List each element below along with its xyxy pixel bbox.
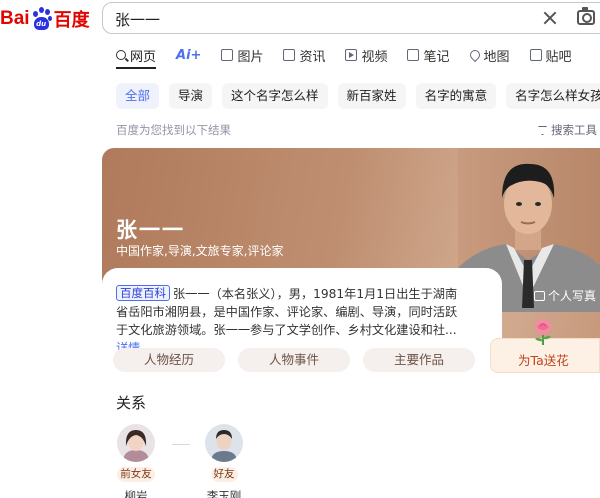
chip-girl-name[interactable]: 名字怎么样女孩: [506, 83, 600, 109]
search-tools[interactable]: 搜索工具: [538, 122, 597, 138]
tab-ai[interactable]: Ai+: [176, 44, 201, 66]
tab-notes[interactable]: 笔记: [407, 44, 450, 66]
person-tags: 中国作家,导演,文旅专家,评论家: [116, 244, 284, 258]
personal-photo-label: 个人写真: [548, 289, 597, 303]
image-icon: [221, 49, 234, 61]
tab-news[interactable]: 资讯: [283, 44, 325, 66]
result-info: 百度为您找到以下结果: [116, 123, 231, 137]
relation-item[interactable]: 前女友 柳岩: [112, 424, 160, 498]
filter-icon: [538, 126, 547, 135]
paw-icon: du: [31, 7, 53, 31]
chip-all[interactable]: 全部: [116, 83, 160, 109]
chip-new-surnames[interactable]: 新百家姓: [337, 83, 406, 109]
chip-director[interactable]: 导演: [169, 83, 213, 109]
tab-label: 贴吧: [545, 49, 572, 65]
section-pills: 人物经历 人物事件 主要作品: [113, 348, 488, 372]
person-name: 张一一: [116, 218, 185, 242]
search-input[interactable]: [115, 9, 515, 29]
tab-label: 视频: [361, 49, 388, 65]
photo-icon: [534, 291, 545, 301]
avatar: [205, 424, 243, 462]
news-icon: [283, 49, 296, 61]
tab-label: 图片: [237, 49, 264, 65]
search-tabs: 网页 Ai+ 图片 资讯 视频 笔记 地图 贴吧: [116, 44, 592, 66]
relations-title: 关系: [116, 394, 147, 412]
tab-video[interactable]: 视频: [345, 44, 387, 66]
search-box[interactable]: [102, 2, 600, 34]
baidu-logo[interactable]: Bai du 百度: [0, 4, 90, 34]
related-chips: 全部 导演 这个名字怎么样 新百家姓 名字的寓意 名字怎么样女孩: [116, 83, 600, 109]
personal-photo-link[interactable]: 个人写真: [534, 287, 596, 304]
relation-tag: 好友: [210, 467, 238, 482]
clear-icon[interactable]: [541, 9, 559, 27]
video-icon: [345, 49, 358, 61]
logo-chinese: 百度: [53, 10, 90, 31]
send-flower-label: 为Ta送花: [518, 353, 569, 368]
relation-divider: [172, 444, 190, 445]
tab-images[interactable]: 图片: [221, 44, 263, 66]
map-icon: [467, 47, 482, 63]
baike-summary: 百度百科 张一一（本名张义），男，1981年1月1日出生于湖南省岳阳市湘阴县，是中…: [116, 285, 466, 357]
avatar: [117, 424, 155, 462]
relation-name: 柳岩: [124, 489, 148, 498]
rose-icon: [535, 319, 551, 345]
tab-label: Ai+: [176, 47, 202, 63]
chip-name-quality[interactable]: 这个名字怎么样: [222, 83, 328, 109]
note-icon: [407, 49, 420, 61]
logo-latin: Bai: [0, 8, 30, 29]
tieba-icon: [529, 49, 542, 61]
relation-item[interactable]: 好友 李玉刚: [200, 424, 248, 498]
chip-name-meaning[interactable]: 名字的寓意: [415, 83, 497, 109]
tab-label: 网页: [130, 49, 157, 65]
active-tab-underline: [116, 67, 156, 69]
tab-web[interactable]: 网页: [116, 44, 156, 66]
tab-map[interactable]: 地图: [467, 44, 510, 66]
camera-icon[interactable]: [577, 7, 595, 25]
baike-badge[interactable]: 百度百科: [116, 285, 170, 301]
pill-events[interactable]: 人物事件: [238, 348, 350, 372]
tab-tieba[interactable]: 贴吧: [529, 44, 572, 66]
pill-works[interactable]: 主要作品: [363, 348, 475, 372]
tab-label: 笔记: [423, 49, 450, 65]
relation-name: 李玉刚: [206, 489, 242, 498]
tab-label: 地图: [483, 49, 510, 65]
tab-label: 资讯: [299, 49, 326, 65]
pill-experience[interactable]: 人物经历: [113, 348, 225, 372]
relation-tag: 前女友: [117, 467, 155, 482]
logo-pad-text: du: [33, 17, 49, 30]
search-icon: [116, 50, 126, 60]
filter-label: 搜索工具: [551, 123, 597, 137]
